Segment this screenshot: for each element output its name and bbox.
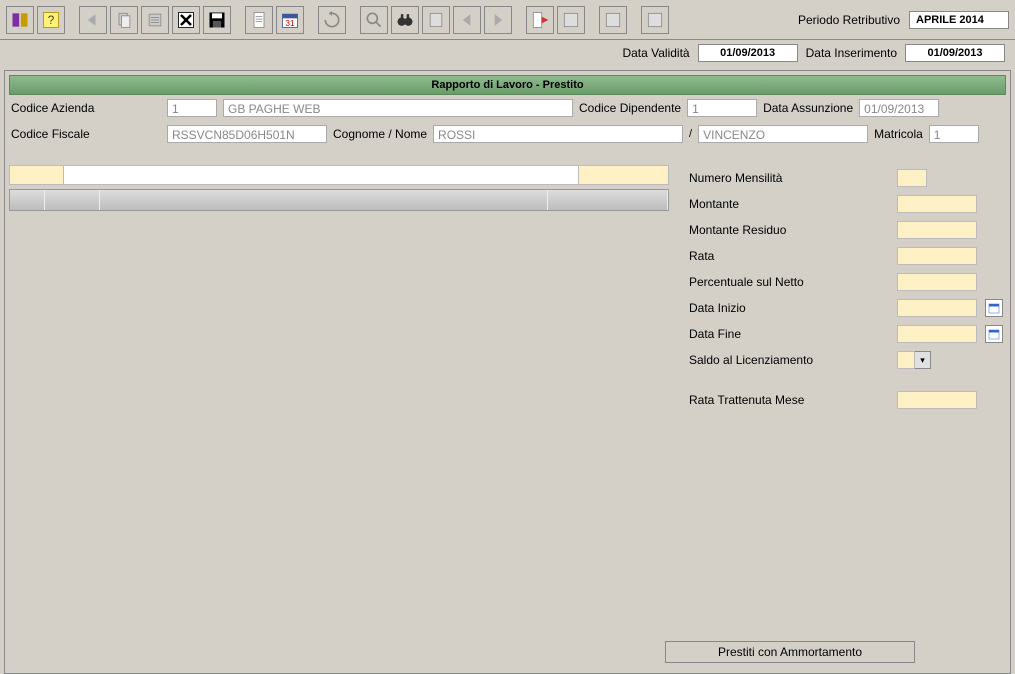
name-separator: / (689, 128, 692, 140)
grid-col-4[interactable] (548, 190, 668, 210)
codice-azienda-label: Codice Azienda (11, 101, 161, 115)
blank2-icon[interactable] (641, 6, 669, 34)
help-book-icon[interactable] (6, 6, 34, 34)
list-icon[interactable] (141, 6, 169, 34)
grid-col-2[interactable] (45, 190, 100, 210)
percentuale-input[interactable] (897, 273, 977, 291)
codice-dipendente-value: 1 (687, 99, 757, 117)
rata-label: Rata (689, 249, 889, 263)
svg-text:?: ? (48, 14, 55, 27)
copy-icon[interactable] (110, 6, 138, 34)
delete-icon[interactable] (172, 6, 200, 34)
filter-desc-input[interactable] (64, 165, 579, 185)
main-area: Rapporto di Lavoro - Prestito Codice Azi… (4, 70, 1011, 674)
matricola-value: 1 (929, 125, 979, 143)
question-icon[interactable]: ? (37, 6, 65, 34)
prev-icon[interactable] (453, 6, 481, 34)
validity-bar: Data Validità 01/09/2013 Data Inseriment… (0, 40, 1015, 66)
data-fine-input[interactable] (897, 325, 977, 343)
filter-strip (9, 165, 669, 185)
data-inizio-input[interactable] (897, 299, 977, 317)
filter-code-input[interactable] (9, 165, 64, 185)
nome-value: VINCENZO (698, 125, 868, 143)
montante-input[interactable] (897, 195, 977, 213)
window-icon[interactable] (557, 6, 585, 34)
data-fine-label: Data Fine (689, 327, 889, 341)
montante-residuo-input[interactable] (897, 221, 977, 239)
data-inizio-label: Data Inizio (689, 301, 889, 315)
zoom-icon[interactable] (360, 6, 388, 34)
blank1-icon[interactable] (599, 6, 627, 34)
data-assunzione-label: Data Assunzione (763, 101, 853, 115)
back-icon[interactable] (79, 6, 107, 34)
data-inizio-calendar-icon[interactable] (985, 299, 1003, 317)
docnav-icon[interactable] (422, 6, 450, 34)
data-validita-value[interactable]: 01/09/2013 (698, 44, 798, 62)
saldo-label: Saldo al Licenziamento (689, 353, 889, 367)
codice-azienda-value: 1 (167, 99, 217, 117)
codice-fiscale-value: RSSVCN85D06H501N (167, 125, 327, 143)
data-validita-label: Data Validità (622, 46, 689, 60)
data-inserimento-value[interactable]: 01/09/2013 (905, 44, 1005, 62)
person-row: Codice Fiscale RSSVCN85D06H501N Cognome … (9, 121, 1006, 147)
next-icon[interactable] (484, 6, 512, 34)
data-fine-calendar-icon[interactable] (985, 325, 1003, 343)
saldo-combo[interactable]: ▾ (897, 351, 931, 369)
save-icon[interactable] (203, 6, 231, 34)
matricola-label: Matricola (874, 127, 923, 141)
montante-label: Montante (689, 197, 889, 211)
periodo-value: APRILE 2014 (909, 11, 1009, 29)
rata-trattenuta-label: Rata Trattenuta Mese (689, 393, 889, 407)
chevron-down-icon[interactable]: ▾ (915, 351, 931, 369)
refresh-icon[interactable] (318, 6, 346, 34)
company-row: Codice Azienda 1 GB PAGHE WEB Codice Dip… (9, 95, 1006, 121)
grid-area (9, 165, 669, 413)
numero-mensilita-input[interactable] (897, 169, 927, 187)
calendar-icon[interactable]: 31 (276, 6, 304, 34)
section-title: Rapporto di Lavoro - Prestito (9, 75, 1006, 95)
grid-header (9, 189, 669, 211)
periodo-label: Periodo Retributivo (798, 13, 900, 27)
rata-input[interactable] (897, 247, 977, 265)
cognome-nome-label: Cognome / Nome (333, 127, 427, 141)
grid-col-3[interactable] (100, 190, 548, 210)
toolbar: ? 31 (0, 0, 1015, 40)
percentuale-label: Percentuale sul Netto (689, 275, 889, 289)
filter-amount-input[interactable] (579, 165, 669, 185)
svg-text:31: 31 (285, 17, 295, 27)
document-icon[interactable] (245, 6, 273, 34)
numero-mensilita-label: Numero Mensilità (689, 171, 889, 185)
codice-dipendente-label: Codice Dipendente (579, 101, 681, 115)
grid-col-1[interactable] (10, 190, 45, 210)
azienda-name: GB PAGHE WEB (223, 99, 573, 117)
rata-trattenuta-input[interactable] (897, 391, 977, 409)
saldo-value[interactable] (897, 351, 915, 369)
data-inserimento-label: Data Inserimento (806, 46, 897, 60)
details-panel: Numero Mensilità Montante Montante Resid… (689, 165, 1006, 413)
montante-residuo-label: Montante Residuo (689, 223, 889, 237)
cognome-value: ROSSI (433, 125, 683, 143)
binoculars-icon[interactable] (391, 6, 419, 34)
exit-icon[interactable] (526, 6, 554, 34)
prestiti-ammortamento-button[interactable]: Prestiti con Ammortamento (665, 641, 915, 663)
data-assunzione-value: 01/09/2013 (859, 99, 939, 117)
codice-fiscale-label: Codice Fiscale (11, 127, 161, 141)
